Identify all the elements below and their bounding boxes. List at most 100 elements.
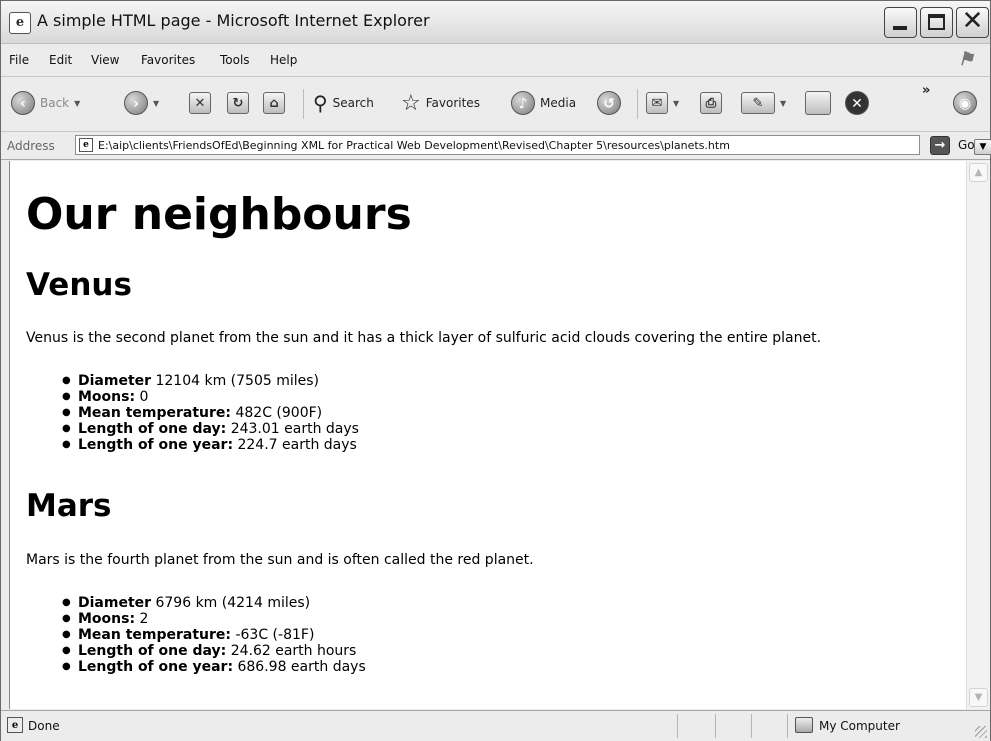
- fact-label: Mean temperature:: [78, 405, 232, 421]
- toolbar-overflow-icon[interactable]: »: [922, 83, 930, 98]
- refresh-icon: ↻: [227, 92, 249, 114]
- search-icon: ⚲: [313, 91, 328, 115]
- stop-icon: ✕: [189, 92, 211, 114]
- status-divider: [787, 714, 788, 738]
- menu-file[interactable]: File: [9, 53, 29, 67]
- fact-value: -63C (-81F): [231, 627, 315, 643]
- security-zone: My Computer: [819, 719, 900, 733]
- favorites-button[interactable]: ☆ Favorites: [401, 88, 480, 118]
- close-icon: ✕: [961, 6, 984, 36]
- edit-dropdown-icon[interactable]: ▼: [780, 99, 786, 108]
- scroll-down-icon[interactable]: ▼: [969, 688, 988, 707]
- list-item: Moons: 0: [62, 389, 359, 405]
- menu-view[interactable]: View: [91, 53, 119, 67]
- address-url[interactable]: E:\aip\clients\FriendsOfEd\Beginning XML…: [98, 139, 730, 152]
- fact-value: 12104 km (7505 miles): [151, 373, 320, 389]
- list-item: Length of one year: 686.98 earth days: [62, 659, 366, 675]
- media-label: Media: [540, 96, 577, 110]
- scroll-up-icon[interactable]: ▲: [969, 163, 988, 182]
- edit-button[interactable]: ✎ ▼: [741, 88, 786, 118]
- menu-edit[interactable]: Edit: [49, 53, 72, 67]
- fact-value: 224.7 earth days: [233, 437, 357, 453]
- title-bar: e A simple HTML page - Microsoft Interne…: [1, 1, 990, 44]
- list-item: Length of one day: 24.62 earth hours: [62, 643, 366, 659]
- window-title: A simple HTML page - Microsoft Internet …: [37, 11, 430, 30]
- edit-page-icon: ✎: [741, 92, 775, 114]
- list-item: Diameter 12104 km (7505 miles): [62, 373, 359, 389]
- discuss-button[interactable]: [805, 88, 831, 118]
- fact-value: 0: [135, 389, 149, 405]
- minimize-button[interactable]: [884, 7, 917, 38]
- fact-value: 6796 km (4214 miles): [151, 595, 311, 611]
- research-button[interactable]: ◉: [953, 88, 977, 118]
- fact-label: Mean temperature:: [78, 627, 232, 643]
- page-icon: e: [79, 138, 93, 152]
- back-label: Back: [40, 96, 70, 110]
- refresh-button[interactable]: ↻: [227, 88, 249, 118]
- facts-list-venus: Diameter 12104 km (7505 miles) Moons: 0 …: [62, 373, 359, 453]
- planet-heading-mars: Mars: [26, 488, 112, 524]
- history-button[interactable]: ↺: [597, 88, 621, 118]
- fact-value: 24.62 earth hours: [226, 643, 357, 659]
- fact-value: 686.98 earth days: [233, 659, 366, 675]
- print-icon: ⎙: [700, 92, 722, 114]
- chevron-down-icon[interactable]: ▼: [974, 139, 991, 155]
- page-done-icon: e: [7, 717, 23, 733]
- vertical-scrollbar[interactable]: ▲ ▼: [966, 161, 990, 709]
- star-icon: ☆: [401, 90, 421, 116]
- fact-label: Length of one year:: [78, 437, 234, 453]
- fact-value: 482C (900F): [231, 405, 323, 421]
- address-input[interactable]: e E:\aip\clients\FriendsOfEd\Beginning X…: [75, 135, 991, 155]
- menu-help[interactable]: Help: [270, 53, 297, 67]
- status-text: Done: [28, 719, 60, 733]
- menu-favorites[interactable]: Favorites: [141, 53, 195, 67]
- address-label: Address: [7, 139, 55, 153]
- fact-label: Length of one day:: [78, 421, 227, 437]
- forward-dropdown-icon[interactable]: ▼: [153, 99, 159, 108]
- favorites-label: Favorites: [425, 96, 480, 110]
- forward-button[interactable]: › ▼: [124, 88, 159, 118]
- go-arrow-icon[interactable]: →: [930, 136, 950, 155]
- back-button[interactable]: ‹ Back ▼: [11, 88, 80, 118]
- list-item: Diameter 6796 km (4214 miles): [62, 595, 366, 611]
- fact-value: 2: [135, 611, 149, 627]
- close-button[interactable]: ✕: [956, 6, 989, 38]
- media-button[interactable]: ♪ Media: [511, 88, 576, 118]
- windows-logo-icon: ⚑: [958, 49, 975, 70]
- planet-description-mars: Mars is the fourth planet from the sun a…: [26, 552, 534, 568]
- go-button[interactable]: Go: [958, 138, 975, 152]
- search-button[interactable]: ⚲ Search: [313, 88, 374, 118]
- toolbar-separator: [303, 89, 304, 119]
- list-item: Mean temperature: 482C (900F): [62, 405, 359, 421]
- list-item: Length of one year: 224.7 earth days: [62, 437, 359, 453]
- status-divider: [677, 714, 678, 738]
- resize-grip-icon[interactable]: [975, 726, 987, 738]
- fact-label: Diameter: [78, 373, 152, 389]
- address-bar: Address e E:\aip\clients\FriendsOfEd\Beg…: [1, 132, 991, 160]
- status-divider: [751, 714, 752, 738]
- maximize-button[interactable]: [920, 7, 953, 38]
- list-item: Length of one day: 243.01 earth days: [62, 421, 359, 437]
- home-icon: ⌂: [263, 92, 285, 114]
- fact-label: Diameter: [78, 595, 152, 611]
- ie-icon: e: [9, 12, 31, 34]
- browser-window: e A simple HTML page - Microsoft Interne…: [0, 0, 991, 741]
- list-item: Moons: 2: [62, 611, 366, 627]
- mail-dropdown-icon[interactable]: ▼: [673, 99, 679, 108]
- messenger-button[interactable]: ✕: [845, 88, 869, 118]
- toolbar-separator: [637, 89, 638, 119]
- home-button[interactable]: ⌂: [263, 88, 285, 118]
- page-viewport: Our neighbours Venus Venus is the second…: [9, 161, 967, 709]
- menu-tools[interactable]: Tools: [220, 53, 250, 67]
- mail-button[interactable]: ✉ ▼: [646, 88, 679, 118]
- fact-value: 243.01 earth days: [226, 421, 359, 437]
- back-dropdown-icon[interactable]: ▼: [74, 99, 80, 108]
- messenger-icon: ✕: [845, 91, 869, 115]
- history-icon: ↺: [597, 91, 621, 115]
- forward-arrow-icon: ›: [124, 91, 148, 115]
- planet-description-venus: Venus is the second planet from the sun …: [26, 330, 822, 346]
- status-bar: e Done My Computer: [1, 710, 990, 741]
- stop-button[interactable]: ✕: [189, 88, 211, 118]
- toolbar: ‹ Back ▼ › ▼ ✕ ↻ ⌂ ⚲ Search ☆ Favorites …: [1, 77, 990, 132]
- print-button[interactable]: ⎙: [700, 88, 722, 118]
